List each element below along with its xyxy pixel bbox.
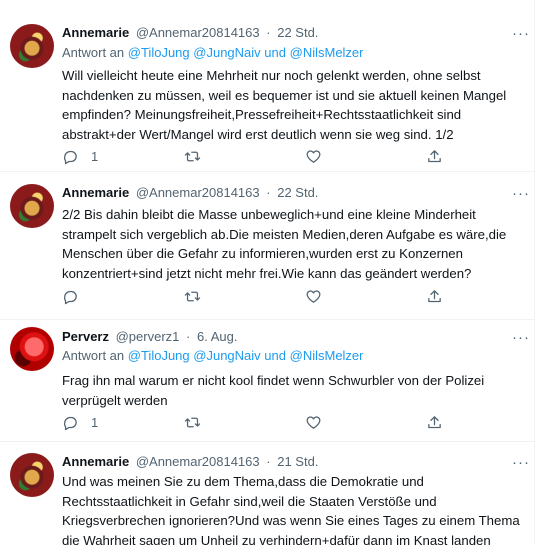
- tweet-text-line: die Wahrheit sagen um Unheil zu verhinde…: [62, 532, 491, 545]
- tweet-text-line: Kriegsverbrechen ignorieren?Und was wenn…: [62, 513, 520, 528]
- timestamp[interactable]: 22 Std.: [277, 25, 318, 40]
- heart-icon: [306, 149, 321, 163]
- tweet[interactable]: Annemarie @Annemar20814163 · 21 Std. ···…: [0, 442, 534, 545]
- more-icon[interactable]: ···: [512, 26, 530, 42]
- avatar[interactable]: [10, 24, 54, 68]
- share-icon: [428, 149, 441, 162]
- reply-count: 1: [91, 414, 99, 430]
- reply-prefix: Antwort an: [62, 45, 125, 60]
- reply-button[interactable]: 1: [62, 146, 98, 166]
- tweet-actions: 1: [62, 412, 462, 432]
- avatar[interactable]: [10, 453, 54, 497]
- reply-icon: [64, 150, 77, 164]
- tweet-text-line: nachdenken zu müssen, weil es bequemer i…: [62, 87, 507, 103]
- reply-button[interactable]: 1: [62, 412, 98, 432]
- tweet-text-line: abstrakt+der Wert/Mangel wird erst deutl…: [62, 126, 454, 142]
- more-icon[interactable]: ···: [512, 330, 530, 346]
- mention-link[interactable]: @NilsMelzer: [290, 348, 364, 363]
- reply-context: Antwort an @TiloJung @JungNaiv und @Nils…: [62, 348, 364, 363]
- separator-dot: ·: [266, 454, 271, 469]
- tweet-text-line: Will vielleicht heute eine Mehrheit nur …: [62, 68, 481, 83]
- author-handle[interactable]: @Annemar20814163: [136, 25, 260, 40]
- more-icon[interactable]: ···: [512, 455, 530, 471]
- separator-dot: ·: [266, 25, 271, 40]
- retweet-icon: [184, 151, 201, 161]
- author-handle[interactable]: @Annemar20814163: [136, 454, 260, 469]
- tweet-header: Annemarie @Annemar20814163 · 22 Std.: [62, 183, 524, 203]
- heart-icon: [306, 289, 321, 303]
- author-name[interactable]: Annemarie: [62, 454, 129, 469]
- author-handle[interactable]: @perverz1: [116, 329, 180, 344]
- tweet-header: Perverz @perverz1 · 6. Aug.: [62, 327, 524, 347]
- tweet-text-line: Menschen über die Gefahr zu informieren,…: [62, 246, 463, 261]
- share-button[interactable]: [426, 412, 443, 432]
- reply-prefix: Antwort an: [62, 348, 125, 363]
- tweet-text: Frag ihn mal warum er nicht kool findet …: [62, 371, 524, 410]
- tweet[interactable]: Perverz @perverz1 · 6. Aug. ··· Antwort …: [0, 320, 534, 442]
- reply-count: 1: [91, 148, 99, 164]
- tweet-actions: 1: [62, 146, 462, 166]
- tweet-text-line: Rechtsstaatlichkeit in Gefahr sind,weil …: [62, 493, 437, 509]
- retweet-button[interactable]: [184, 286, 201, 306]
- mention-link[interactable]: @TiloJung: [128, 348, 190, 363]
- like-button[interactable]: [305, 286, 322, 306]
- timestamp[interactable]: 21 Std.: [277, 454, 318, 469]
- author-name[interactable]: Perverz: [62, 329, 109, 344]
- tweet-text-line: empfinden? Meinungsfreiheit,Pressefreihe…: [62, 107, 462, 122]
- tweet-text-line: Und was meinen Sie zu dem Thema,dass die…: [62, 474, 424, 489]
- tweet[interactable]: Annemarie @Annemar20814163 · 22 Std. ···…: [0, 0, 534, 172]
- timestamp[interactable]: 22 Std.: [277, 185, 318, 200]
- separator-dot: ·: [186, 329, 191, 344]
- retweet-button[interactable]: [184, 146, 201, 166]
- share-icon: [428, 415, 441, 428]
- tweet-text-line: verprügelt werden: [62, 392, 168, 408]
- share-button[interactable]: [426, 286, 443, 306]
- mention-connector: und: [264, 348, 286, 363]
- mention-link[interactable]: @NilsMelzer: [290, 45, 364, 60]
- author-name[interactable]: Annemarie: [62, 25, 129, 40]
- separator-dot: ·: [266, 185, 271, 200]
- reply-icon: [64, 290, 77, 304]
- mention-connector: und: [264, 45, 286, 60]
- tweet[interactable]: Annemarie @Annemar20814163 · 22 Std. ···…: [0, 172, 534, 320]
- tweet-actions: [62, 286, 462, 306]
- share-icon: [428, 289, 441, 302]
- mention-link[interactable]: @JungNaiv: [193, 45, 260, 60]
- avatar[interactable]: [10, 327, 54, 371]
- like-button[interactable]: [305, 412, 322, 432]
- tweet-text-line: Frag ihn mal warum er nicht kool findet …: [62, 373, 485, 388]
- tweet-header: Annemarie @Annemar20814163 · 21 Std.: [62, 452, 524, 472]
- tweet-text-line: konzentriert+sind jetzt nicht mehr frei.…: [62, 265, 472, 281]
- tweet-text-line: strampelt sich vergeblich ab.Die meisten…: [62, 226, 507, 242]
- reply-icon: [64, 416, 77, 430]
- author-handle[interactable]: @Annemar20814163: [136, 185, 260, 200]
- tweet-text: 2/2 Bis dahin bleibt die Masse unbewegli…: [62, 205, 524, 283]
- heart-icon: [306, 415, 321, 429]
- retweet-icon: [184, 417, 201, 427]
- more-icon[interactable]: ···: [512, 186, 530, 202]
- reply-context: Antwort an @TiloJung @JungNaiv und @Nils…: [62, 45, 364, 60]
- tweet-text-line: 2/2 Bis dahin bleibt die Masse unbewegli…: [62, 207, 476, 222]
- timeline: Annemarie @Annemar20814163 · 22 Std. ···…: [0, 0, 535, 545]
- mention-link[interactable]: @TiloJung: [128, 45, 190, 60]
- tweet-header: Annemarie @Annemar20814163 · 22 Std.: [62, 23, 524, 43]
- tweet-text: Und was meinen Sie zu dem Thema,dass die…: [62, 472, 524, 545]
- reply-button[interactable]: [62, 286, 91, 306]
- like-button[interactable]: [305, 146, 322, 166]
- retweet-icon: [184, 291, 201, 301]
- retweet-button[interactable]: [184, 412, 201, 432]
- mention-link[interactable]: @JungNaiv: [193, 348, 260, 363]
- share-button[interactable]: [426, 146, 443, 166]
- author-name[interactable]: Annemarie: [62, 185, 129, 200]
- avatar[interactable]: [10, 184, 54, 228]
- timestamp[interactable]: 6. Aug.: [197, 329, 237, 344]
- tweet-text: Will vielleicht heute eine Mehrheit nur …: [62, 66, 524, 144]
